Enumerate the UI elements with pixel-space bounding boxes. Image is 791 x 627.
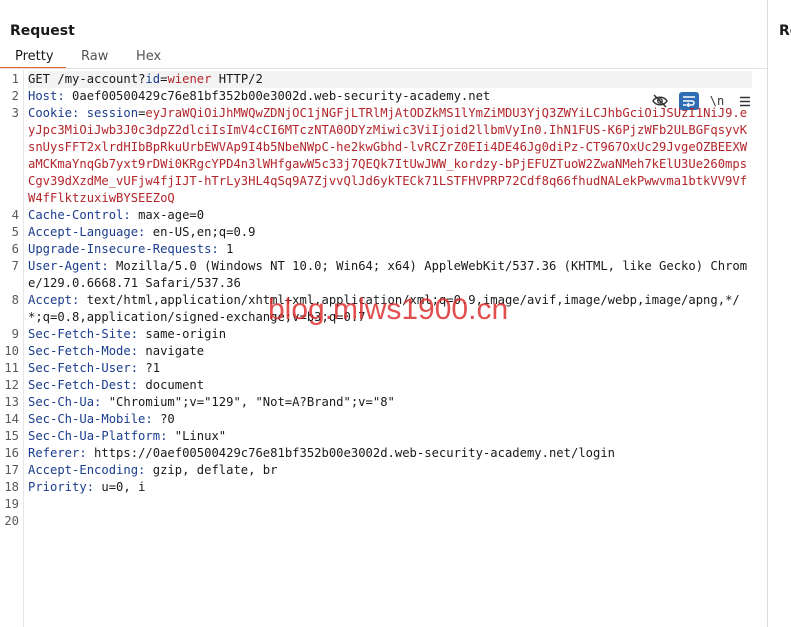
header-value: https://0aef00500429c76e81bf352b00e3002d… xyxy=(86,446,616,460)
line-number: 20 xyxy=(4,514,19,528)
header-value: "Linux" xyxy=(167,429,227,443)
line-number: 19 xyxy=(4,497,19,511)
header-value: document xyxy=(138,378,205,392)
header-line: 12 Sec-Fetch-Dest: document xyxy=(0,377,767,394)
tab-pretty[interactable]: Pretty xyxy=(15,49,54,64)
header-name: Priority: xyxy=(28,480,95,494)
header-name: Accept: xyxy=(28,293,80,307)
line-number: 17 xyxy=(4,463,19,477)
header-name: Sec-Fetch-Dest: xyxy=(28,378,139,392)
header-line: 5 Accept-Language: en-US,en;q=0.9 xyxy=(0,224,767,241)
line-number: 9 xyxy=(11,327,19,341)
line-number: 2 xyxy=(11,89,19,103)
header-name: Cookie: xyxy=(28,106,80,120)
line-number: 16 xyxy=(4,446,19,460)
line-number: 15 xyxy=(4,429,19,443)
header-name: Sec-Fetch-User: xyxy=(28,361,139,375)
header-name: Sec-Ch-Ua: xyxy=(28,395,102,409)
request-panel: Request Pretty Raw Hex \n 1 GET /my-acco… xyxy=(0,0,767,627)
line-number: 10 xyxy=(4,344,19,358)
header-value: navigate xyxy=(138,344,205,358)
line-number: 13 xyxy=(4,395,19,409)
tab-raw[interactable]: Raw xyxy=(81,49,108,64)
header-name: Sec-Ch-Ua-Mobile: xyxy=(28,412,153,426)
header-line: 10 Sec-Fetch-Mode: navigate xyxy=(0,343,767,360)
header-line: 7 User-Agent: Mozilla/5.0 (Windows NT 10… xyxy=(0,258,767,292)
header-line: 15 Sec-Ch-Ua-Platform: "Linux" xyxy=(0,428,767,445)
header-name: Cache-Control: xyxy=(28,208,131,222)
header-value: u=0, i xyxy=(94,480,146,494)
header-line-host: 2 Host: 0aef00500429c76e81bf352b00e3002d… xyxy=(0,88,767,105)
line-number: 12 xyxy=(4,378,19,392)
header-line: 9 Sec-Fetch-Site: same-origin xyxy=(0,326,767,343)
header-line: 14 Sec-Ch-Ua-Mobile: ?0 xyxy=(0,411,767,428)
header-value: max-age=0 xyxy=(130,208,205,222)
tabs-divider xyxy=(0,68,767,69)
response-panel: Response xyxy=(768,0,791,627)
header-value: ?0 xyxy=(152,412,175,426)
header-line: 11 Sec-Fetch-User: ?1 xyxy=(0,360,767,377)
watermark: blog.mlws1900.cn xyxy=(268,293,509,326)
header-line: 6 Upgrade-Insecure-Requests: 1 xyxy=(0,241,767,258)
header-value: 0aef00500429c76e81bf352b00e3002d.web-sec… xyxy=(64,89,491,103)
header-value: Mozilla/5.0 (Windows NT 10.0; Win64; x64… xyxy=(28,259,748,290)
header-name: Sec-Ch-Ua-Platform: xyxy=(28,429,168,443)
query-param-value: wiener xyxy=(167,72,212,86)
header-value: en-US,en;q=0.9 xyxy=(145,225,256,239)
response-panel-title: Response xyxy=(779,23,791,39)
header-name: Sec-Fetch-Site: xyxy=(28,327,139,341)
line-number: 1 xyxy=(11,72,19,86)
header-value: "Chromium";v="129", "Not=A?Brand";v="8" xyxy=(101,395,395,409)
http-method: GET xyxy=(28,72,51,86)
request-line: 1 GET /my-account?id=wiener HTTP/2 xyxy=(0,71,767,88)
request-path: /my-account? xyxy=(50,72,146,86)
empty-line: 20 xyxy=(0,513,767,530)
tab-hex[interactable]: Hex xyxy=(136,49,161,64)
empty-line: 19 xyxy=(0,496,767,513)
line-number: 6 xyxy=(11,242,19,256)
panel-title: Request xyxy=(10,23,75,39)
header-name: Host: xyxy=(28,89,65,103)
view-tabs: Pretty Raw Hex \n xyxy=(0,46,767,110)
header-line: 4 Cache-Control: max-age=0 xyxy=(0,207,767,224)
header-line: 17 Accept-Encoding: gzip, deflate, br xyxy=(0,462,767,479)
header-line-cookie: 3 Cookie: session=eyJraWQiOiJhMWQwZDNjOC… xyxy=(0,105,767,207)
header-name: Sec-Fetch-Mode: xyxy=(28,344,139,358)
header-name: Referer: xyxy=(28,446,87,460)
header-value: same-origin xyxy=(138,327,227,341)
header-line: 16 Referer: https://0aef00500429c76e81bf… xyxy=(0,445,767,462)
header-name: User-Agent: xyxy=(28,259,109,273)
line-number: 18 xyxy=(4,480,19,494)
line-number: 14 xyxy=(4,412,19,426)
line-number: 7 xyxy=(11,259,19,273)
http-version: HTTP/2 xyxy=(211,72,263,86)
line-number: 4 xyxy=(11,208,19,222)
header-name: Upgrade-Insecure-Requests: xyxy=(28,242,219,256)
header-line: 13 Sec-Ch-Ua: "Chromium";v="129", "Not=A… xyxy=(0,394,767,411)
header-value: ?1 xyxy=(138,361,161,375)
header-value: gzip, deflate, br xyxy=(145,463,278,477)
line-number: 5 xyxy=(11,225,19,239)
header-value: 1 xyxy=(218,242,234,256)
line-number: 3 xyxy=(11,106,19,120)
cookie-name: session xyxy=(79,106,139,120)
line-number: 11 xyxy=(4,361,19,375)
cookie-value: eyJraWQiOiJhMWQwZDNjOC1jNGFjLTRlMjAtODZk… xyxy=(28,106,748,205)
query-param-name: id xyxy=(145,72,161,86)
header-name: Accept-Encoding: xyxy=(28,463,146,477)
header-line: 18 Priority: u=0, i xyxy=(0,479,767,496)
header-name: Accept-Language: xyxy=(28,225,146,239)
line-number: 8 xyxy=(11,293,19,307)
